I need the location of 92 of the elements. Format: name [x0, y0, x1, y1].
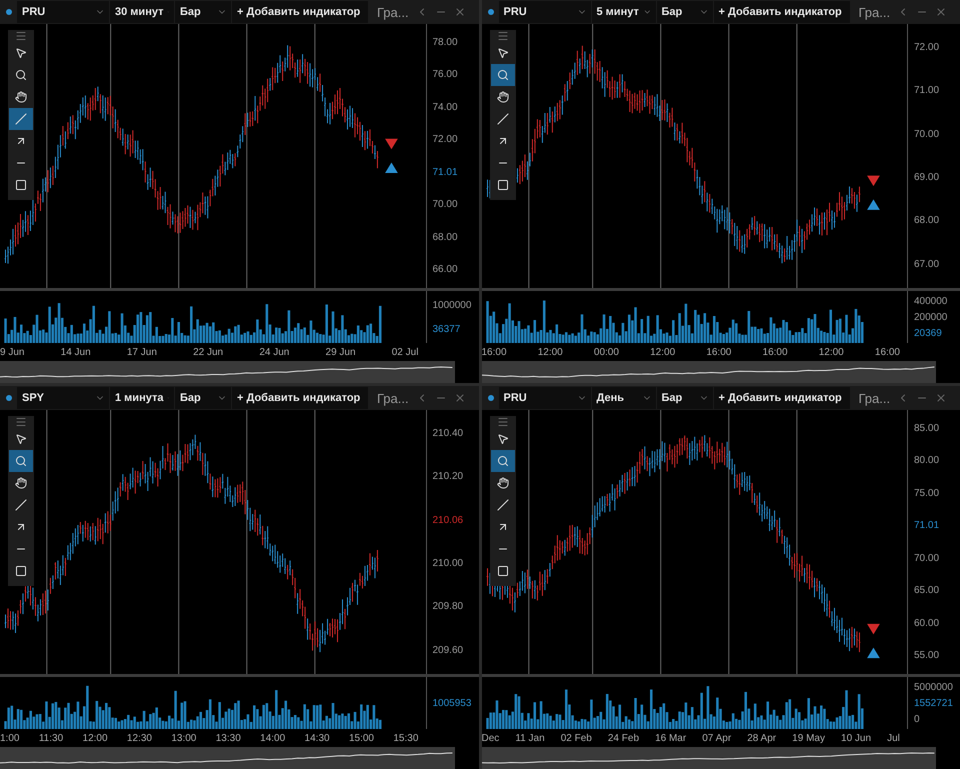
time-axis-label: 24 Feb [608, 732, 640, 744]
time-axis-label: 02 Feb [560, 732, 592, 744]
time-axis-label: 1:00 [0, 732, 20, 744]
price-axis-label: 209.60 [432, 644, 464, 656]
time-axis-label: 12:00 [82, 732, 108, 744]
interval-dropdown[interactable]: 5 минут [592, 1, 656, 23]
price-axis-label: 70.00 [914, 128, 940, 140]
time-axis-label: 28 Apr [747, 732, 776, 744]
chart-type-dropdown[interactable]: Бар [656, 1, 712, 23]
add-indicator-dropdown[interactable]: + Добавить индикатор [714, 387, 850, 409]
volume-axis-label: 200000 [914, 312, 948, 322]
price-axis-label: 85.00 [914, 422, 940, 434]
time-axis-label: 15:30 [393, 732, 418, 744]
time-axis-label: 22 Jun [193, 346, 224, 358]
time-axis-label: 16:00 [706, 346, 732, 358]
volume-axis-label: 400000 [914, 296, 948, 306]
add-indicator-dropdown[interactable]: + Добавить индикатор [714, 1, 850, 23]
time-axis-label: 16 Mar [655, 732, 686, 744]
time-axis-label: 14:30 [304, 732, 330, 744]
symbol-dropdown[interactable]: PRU [17, 1, 109, 23]
time-axis-label: 00:00 [594, 346, 619, 358]
time-axis-label: 14 Jun [60, 346, 91, 358]
chart-tab[interactable]: Гра... [854, 390, 894, 406]
time-axis-label: 16:00 [482, 346, 507, 358]
price-axis-label: 71.01 [914, 520, 940, 532]
chart-type-dropdown[interactable]: Бар [656, 387, 712, 409]
chart-tab[interactable]: Гра... [373, 390, 413, 406]
price-axis-label: 68.00 [914, 215, 940, 226]
volume-axis-label: 5000000 [914, 682, 954, 692]
time-axis-label: 12:00 [818, 346, 844, 358]
price-axis-label: 71.00 [914, 85, 940, 96]
price-axis-label: 210.06 [432, 514, 464, 526]
add-indicator-dropdown[interactable]: + Добавить индикатор [232, 1, 368, 23]
price-axis-label: 70.00 [914, 552, 940, 564]
volume-axis-label: 1000000 [432, 300, 472, 310]
symbol-dropdown[interactable]: PRU [498, 387, 590, 409]
price-axis-label: 74.00 [432, 102, 459, 113]
symbol-dropdown[interactable]: PRU [498, 1, 590, 23]
time-axis-label: 24 Jun [259, 346, 290, 358]
volume-axis-label: 0 [914, 714, 921, 724]
time-axis-label: 11:30 [38, 732, 64, 744]
price-axis-label: 75.00 [914, 488, 940, 499]
time-axis-label: Dec [482, 732, 500, 744]
price-axis-label: 72.00 [432, 134, 459, 146]
price-axis-label: 76.00 [432, 69, 459, 80]
price-axis-label: 210.20 [432, 471, 464, 482]
price-axis-label: 70.00 [432, 199, 459, 210]
price-axis-label: 72.00 [914, 42, 940, 54]
price-axis-label: 78.00 [432, 36, 459, 48]
price-axis-label: 66.00 [432, 264, 459, 276]
add-indicator-dropdown[interactable]: + Добавить индикатор [232, 387, 368, 409]
time-axis-label: 11 Jan [515, 732, 545, 744]
price-axis-label: 71.01 [432, 166, 459, 178]
time-axis-label: 16:00 [762, 346, 788, 358]
price-axis-label: 210.40 [432, 428, 464, 440]
chart-type-dropdown[interactable]: Бар [175, 1, 231, 23]
time-axis-label: 19 May [792, 732, 825, 744]
time-axis-label: Jul [887, 732, 900, 744]
volume-axis-label: 1552721 [914, 698, 954, 708]
time-axis-label: 12:00 [650, 346, 676, 358]
volume-axis-label: 20369 [914, 328, 943, 338]
price-axis-label: 80.00 [914, 455, 940, 466]
time-axis-label: 14:00 [260, 732, 286, 744]
interval-dropdown[interactable]: 1 минута [110, 387, 174, 409]
time-axis-label: 13:30 [216, 732, 241, 744]
price-axis-label: 209.80 [432, 601, 464, 612]
time-axis-label: 15:00 [348, 732, 374, 744]
price-axis-label: 69.00 [914, 172, 940, 184]
time-axis-label: 07 Apr [702, 732, 732, 744]
time-axis-label: 12:00 [538, 346, 563, 358]
chart-tab[interactable]: Гра... [854, 4, 894, 20]
chart-type-dropdown[interactable]: Бар [175, 387, 231, 409]
time-axis-label: 9 Jun [0, 346, 24, 358]
volume-axis-label: 1005953 [432, 698, 472, 708]
volume-axis-label: 36377 [432, 324, 462, 334]
time-axis-label: 12:30 [126, 732, 152, 744]
price-axis-label: 67.00 [914, 258, 940, 270]
time-axis-label: 13:00 [171, 732, 196, 744]
chart-tab[interactable]: Гра... [373, 4, 413, 20]
price-axis-label: 55.00 [914, 650, 940, 662]
time-axis-label: 29 Jun [326, 346, 356, 358]
time-axis-label: 17 Jun [126, 346, 157, 358]
price-axis-label: 65.00 [914, 585, 940, 596]
interval-dropdown[interactable]: 30 минут [110, 1, 174, 23]
time-axis-label: 02 Jul [392, 346, 418, 358]
price-axis-label: 68.00 [432, 232, 459, 243]
interval-dropdown[interactable]: День [592, 387, 656, 409]
time-axis-label: 16:00 [874, 346, 900, 358]
symbol-dropdown[interactable]: SPY [17, 387, 109, 409]
price-axis-label: 60.00 [914, 618, 940, 629]
price-axis-label: 210.00 [432, 558, 464, 570]
time-axis-label: 10 Jun [841, 732, 872, 744]
